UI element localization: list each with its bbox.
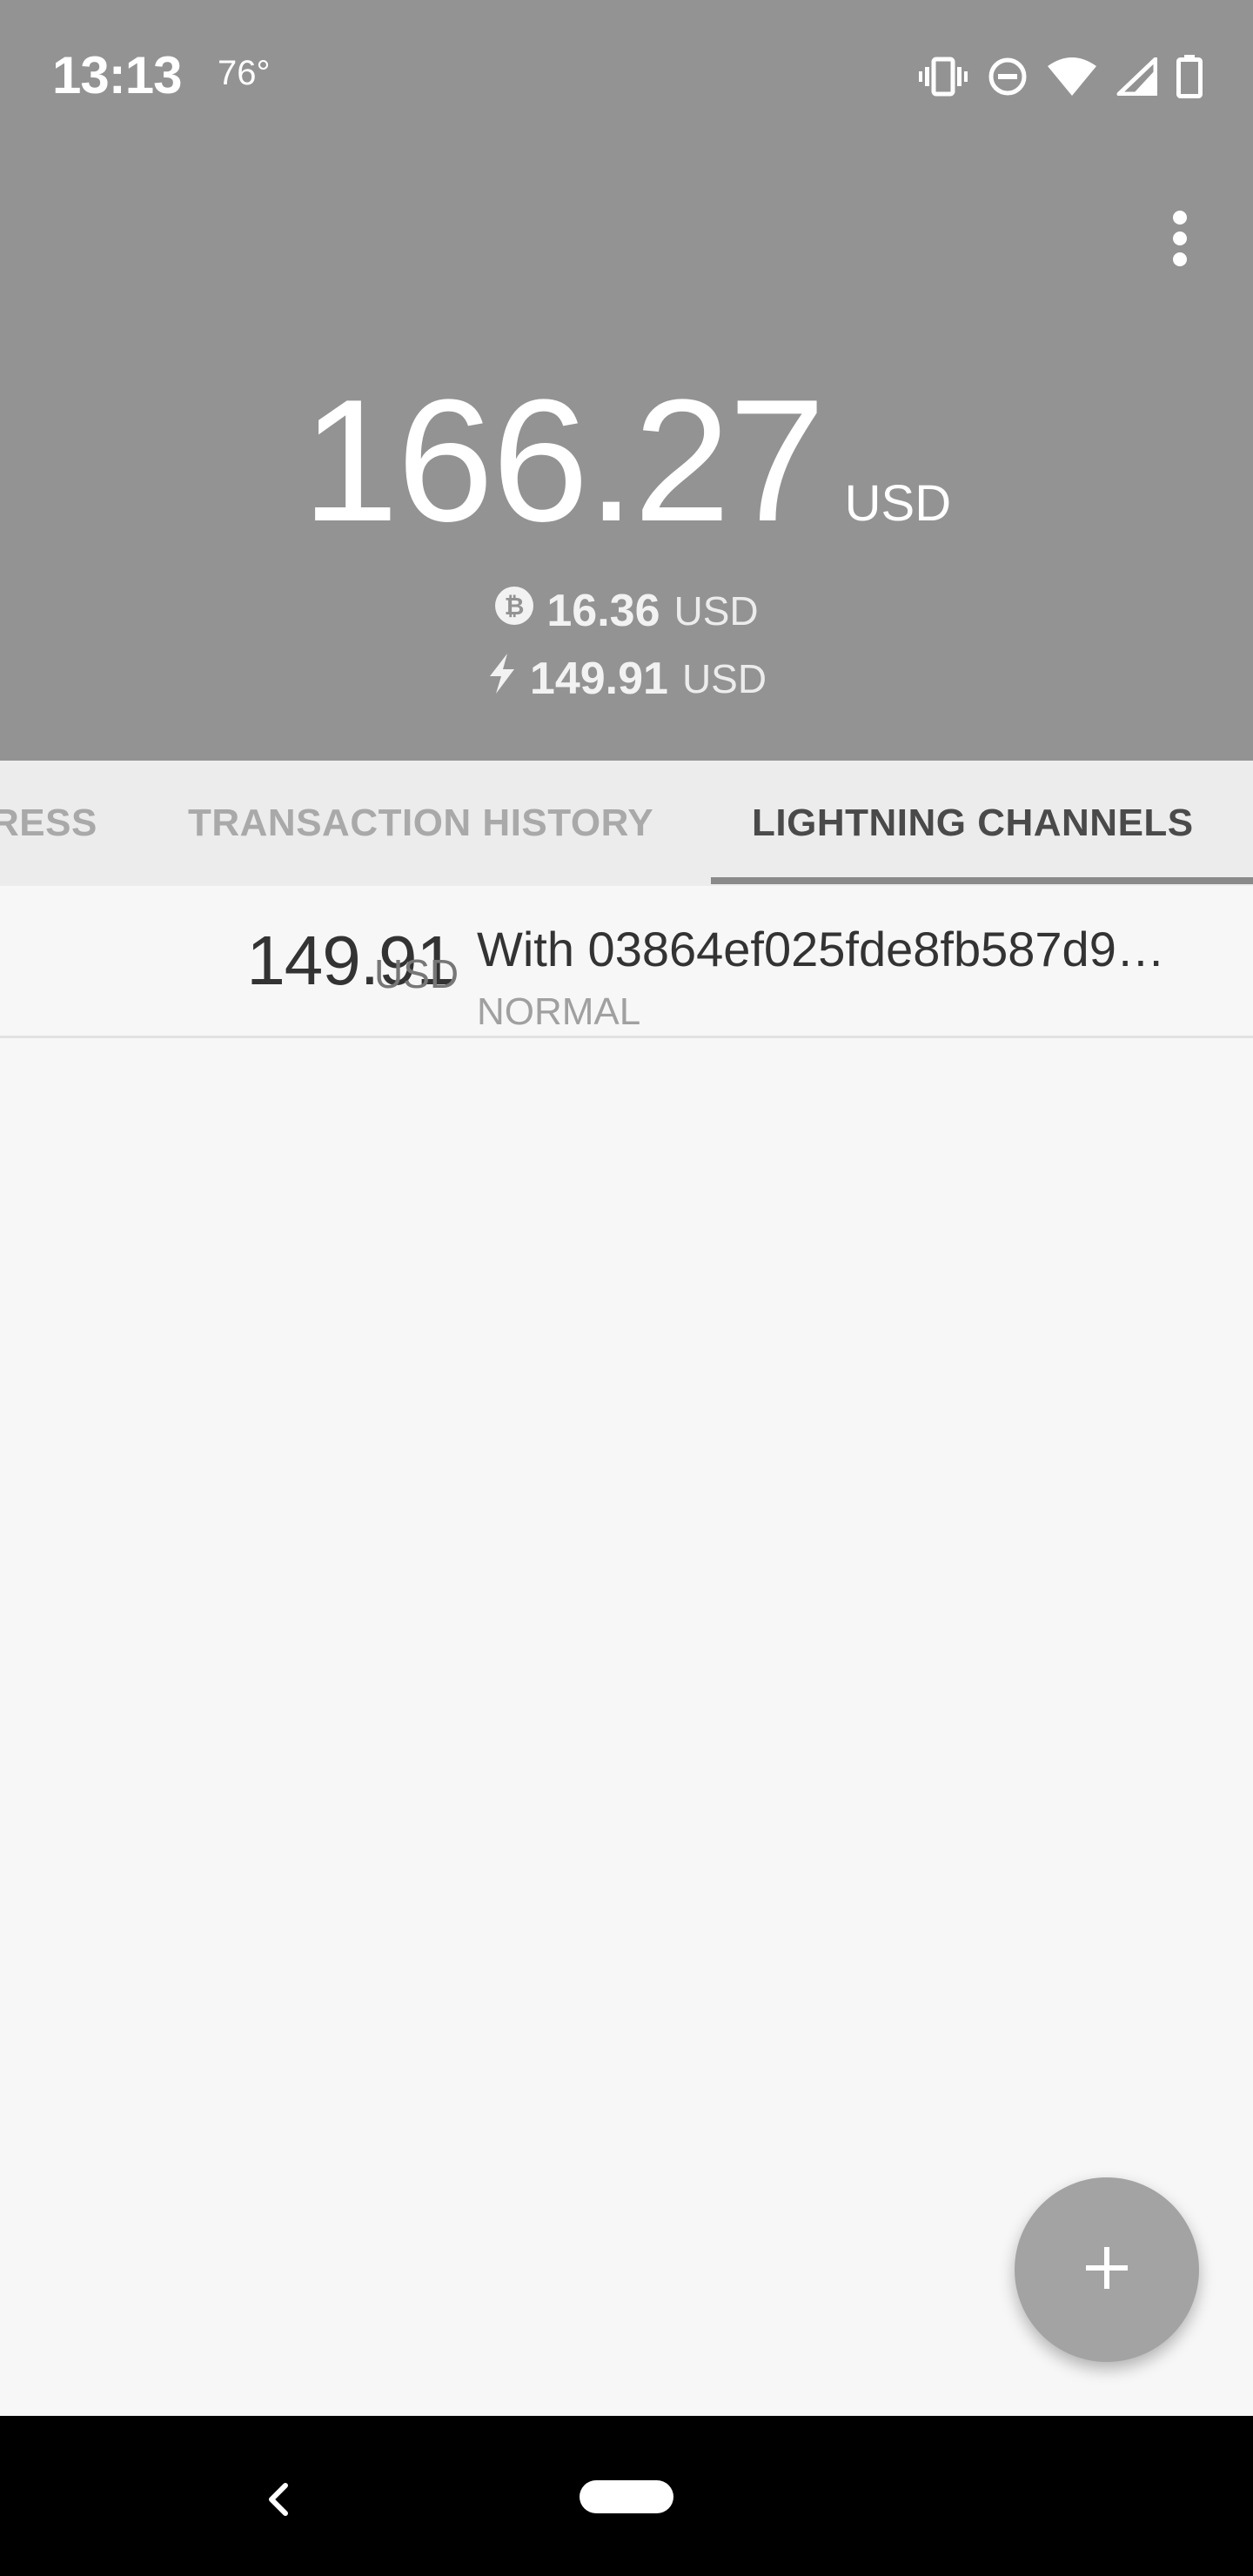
vibrate-icon bbox=[919, 56, 968, 97]
signal-icon bbox=[1116, 57, 1157, 96]
lightning-amount: 149.91 bbox=[529, 654, 668, 704]
tab-lightning-channels[interactable]: LIGHTNING CHANNELS bbox=[752, 761, 1194, 886]
status-temperature: 76° bbox=[218, 54, 271, 92]
svg-text:₿: ₿ bbox=[505, 592, 525, 621]
tab-bar: RESS TRANSACTION HISTORY LIGHTNING CHANN… bbox=[0, 761, 1253, 886]
active-tab-indicator bbox=[711, 877, 1253, 884]
channel-unit: USD bbox=[374, 951, 459, 996]
lightning-icon bbox=[486, 653, 518, 705]
status-icons bbox=[919, 52, 1203, 101]
channel-peer: With 03864ef025fde8fb587d9… bbox=[477, 922, 1165, 976]
more-vert-icon bbox=[1171, 210, 1189, 271]
channel-row[interactable]: 149.91 USD With 03864ef025fde8fb587d9… N… bbox=[0, 886, 1253, 1038]
balance-header: 13:13 76° 166.27 USD ₿ 16.36 USD 149.91 … bbox=[0, 0, 1253, 761]
lightning-balance: 149.91 USD bbox=[0, 653, 1253, 705]
tab-transaction-history[interactable]: TRANSACTION HISTORY bbox=[188, 761, 653, 886]
status-time: 13:13 bbox=[52, 46, 182, 104]
bitcoin-icon: ₿ bbox=[494, 585, 534, 637]
home-pill-icon[interactable] bbox=[580, 2480, 673, 2513]
onchain-amount: 16.36 bbox=[546, 586, 660, 636]
total-balance: 166.27 USD bbox=[0, 374, 1253, 548]
tab-receive-address[interactable]: RESS bbox=[0, 761, 97, 886]
battery-icon bbox=[1176, 55, 1203, 98]
do-not-disturb-icon bbox=[987, 56, 1029, 97]
lightning-unit: USD bbox=[681, 656, 767, 701]
onchain-unit: USD bbox=[673, 588, 759, 634]
total-balance-unit: USD bbox=[844, 475, 952, 532]
wifi-icon bbox=[1048, 57, 1096, 96]
onchain-balance: ₿ 16.36 USD bbox=[0, 585, 1253, 637]
overflow-menu-button[interactable] bbox=[1149, 209, 1211, 272]
add-channel-button[interactable] bbox=[1015, 2177, 1199, 2362]
plus-icon bbox=[1082, 2244, 1131, 2297]
channel-state: NORMAL bbox=[477, 990, 641, 1033]
total-balance-amount: 166.27 bbox=[301, 364, 826, 558]
back-icon[interactable] bbox=[252, 2465, 305, 2534]
